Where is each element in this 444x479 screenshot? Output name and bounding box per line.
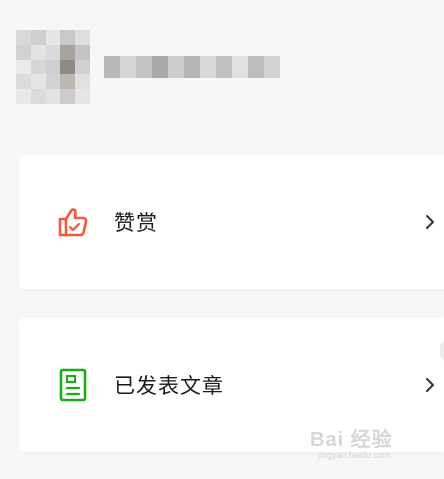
menu-item-reward[interactable]: 赞赏 bbox=[19, 155, 444, 289]
chevron-right-icon bbox=[424, 375, 436, 395]
menu-item-label: 赞赏 bbox=[114, 211, 158, 235]
watermark-sub: jingyan.baidu.com bbox=[318, 450, 391, 460]
watermark: Bai 经验 jingyan.baidu.com bbox=[310, 423, 420, 465]
document-icon bbox=[55, 367, 91, 403]
edge-handle[interactable] bbox=[440, 341, 444, 361]
watermark-main: Bai 经验 bbox=[310, 429, 393, 451]
menu-item-label: 已发表文章 bbox=[114, 374, 224, 398]
chevron-right-icon bbox=[424, 212, 436, 232]
avatar[interactable] bbox=[16, 30, 90, 104]
thumbs-up-icon bbox=[55, 204, 91, 240]
profile-header[interactable] bbox=[0, 0, 444, 120]
username bbox=[104, 56, 280, 78]
